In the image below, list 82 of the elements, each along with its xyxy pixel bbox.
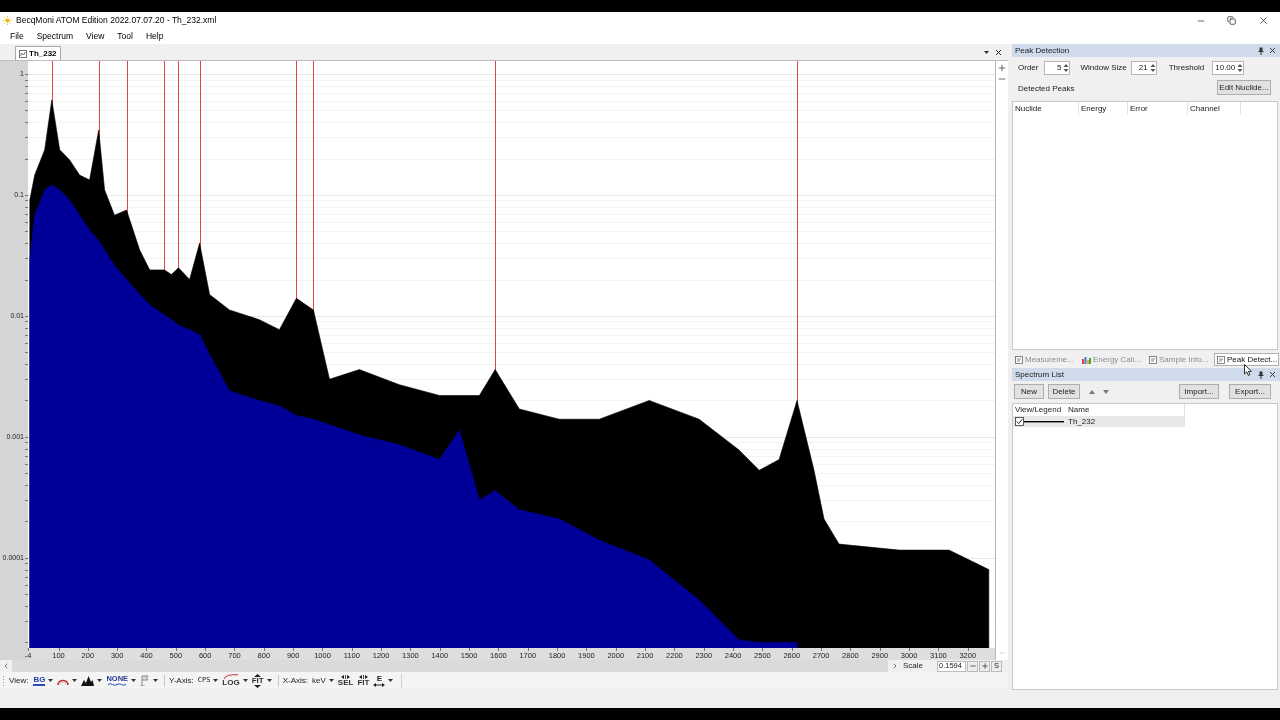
column-header: Energy xyxy=(1079,102,1128,115)
column-header: Channel xyxy=(1188,102,1241,115)
caret-icon xyxy=(984,50,989,54)
chevron-right-icon[interactable] xyxy=(891,662,899,670)
view-label: View: xyxy=(9,674,29,687)
fit-x-button[interactable]: FIT xyxy=(355,673,372,688)
caret-icon xyxy=(213,679,219,682)
mouse-cursor-icon xyxy=(1244,364,1252,376)
peaks-dropdown-button[interactable] xyxy=(79,673,105,688)
param-label: Window Size xyxy=(1080,61,1127,74)
caret-icon xyxy=(266,679,272,682)
menu-item[interactable]: File xyxy=(5,30,29,43)
mountain-icon xyxy=(81,675,95,686)
spectrum-row[interactable]: Th_232 xyxy=(1013,416,1185,427)
export-button[interactable]: Export... xyxy=(1229,384,1271,399)
down-triangle-icon xyxy=(1103,389,1109,394)
panel-tab[interactable]: Peak Detect... xyxy=(1214,353,1279,366)
caret-icon xyxy=(242,679,248,682)
param-label: Threshold xyxy=(1168,61,1205,74)
x-unit-dropdown[interactable]: keV xyxy=(310,673,336,688)
param-label: Order xyxy=(1018,61,1039,74)
zoom-in-button[interactable] xyxy=(996,62,1008,73)
menu-item[interactable]: View xyxy=(81,30,110,43)
spin-arrows-icon[interactable] xyxy=(1236,60,1245,75)
horizontal-scrollbar[interactable] xyxy=(12,660,888,672)
flag-dropdown-button[interactable] xyxy=(138,673,161,688)
column-header: Name xyxy=(1067,404,1091,416)
scale-decrease-button[interactable] xyxy=(967,660,978,672)
select-fit-button[interactable]: SEL xyxy=(335,673,356,688)
menu-item[interactable]: Tool xyxy=(112,30,138,43)
minus-icon xyxy=(968,662,977,670)
document-tab[interactable]: Th_232 xyxy=(15,46,61,60)
energy-dropdown-button[interactable]: E xyxy=(371,673,396,688)
caret-icon xyxy=(131,679,137,682)
checkbox[interactable] xyxy=(1015,417,1024,426)
form-icon xyxy=(1149,355,1157,364)
new-button[interactable]: New xyxy=(1014,384,1044,399)
edit-nuclide-button[interactable]: Edit Nuclide... xyxy=(1217,80,1271,95)
x-axis-label: X-Axis: xyxy=(282,674,309,687)
panel-title: Peak Detection xyxy=(1015,44,1070,57)
form-icon xyxy=(1217,355,1225,364)
panel-title: Spectrum List xyxy=(1015,368,1064,381)
bg-dropdown-button[interactable]: BG xyxy=(31,673,56,688)
menu-item[interactable]: Spectrum xyxy=(31,30,79,43)
close-icon[interactable] xyxy=(1268,370,1277,379)
spin-arrows-icon[interactable] xyxy=(1062,60,1071,75)
scale-increase-button[interactable] xyxy=(979,660,990,672)
spin-arrows-icon[interactable] xyxy=(1148,60,1157,75)
column-header: Error xyxy=(1128,102,1188,115)
pin-icon[interactable] xyxy=(1258,46,1264,55)
plus-icon xyxy=(980,662,989,670)
y-axis-label: Y-Axis: xyxy=(169,674,194,687)
caret-icon xyxy=(328,679,334,682)
column-header: Nuclide xyxy=(1013,102,1079,115)
window-title: BecqMoni ATOM Edition 2022.07.07.20 - Th_232.xml xyxy=(16,14,217,27)
caret-icon xyxy=(72,679,78,682)
table-cell: Th_232 xyxy=(1068,415,1096,428)
pin-icon[interactable] xyxy=(1258,370,1264,379)
restore-icon xyxy=(1226,16,1236,25)
form-icon xyxy=(1015,355,1023,364)
chevron-left-icon xyxy=(2,662,10,670)
fit-y-button[interactable]: FIT xyxy=(249,673,274,688)
import-button[interactable]: Import... xyxy=(1179,384,1219,399)
bar-chart-icon xyxy=(1082,355,1091,364)
section-label: Detected Peaks xyxy=(1018,83,1075,95)
caret-icon xyxy=(97,679,103,682)
log-scale-button[interactable]: LOG xyxy=(220,673,250,688)
column-header: View/Legend xyxy=(1014,404,1063,416)
close-icon[interactable] xyxy=(1268,46,1277,55)
close-icon[interactable] xyxy=(994,47,1003,57)
sun-app-icon xyxy=(3,16,12,25)
flag-icon xyxy=(140,675,151,686)
caret-icon xyxy=(153,679,159,682)
menu-item[interactable]: Help xyxy=(140,30,169,43)
close-icon xyxy=(1257,15,1269,26)
caret-icon xyxy=(388,679,394,682)
up-triangle-icon xyxy=(1089,389,1095,394)
plus-icon xyxy=(997,62,1007,73)
scale-label: Scale xyxy=(903,660,923,672)
chart-icon xyxy=(19,49,27,58)
caret-icon xyxy=(48,679,54,682)
delete-button[interactable]: Delete xyxy=(1048,384,1080,399)
